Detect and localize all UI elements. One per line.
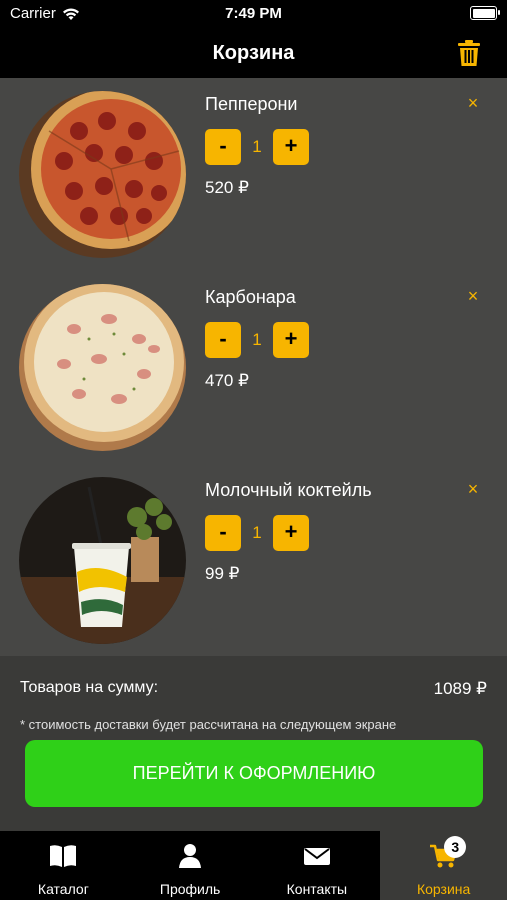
quantity-stepper: - 1 +	[205, 515, 309, 551]
envelope-icon	[303, 848, 330, 865]
tab-bar: Каталог Профиль Контакты 3 Корзина	[0, 831, 507, 900]
quantity-value: 1	[252, 523, 262, 542]
cart-item: Молочный коктейль × - 1 + 99 ₽	[0, 464, 507, 656]
tab-label: Профиль	[159, 881, 221, 897]
person-icon	[179, 844, 202, 868]
tab-contacts[interactable]: Контакты	[254, 831, 381, 900]
tab-profile[interactable]: Профиль	[127, 831, 254, 900]
total-value: 1089 ₽	[433, 679, 487, 698]
increase-button[interactable]: +	[273, 515, 309, 551]
trash-icon[interactable]	[457, 39, 481, 67]
delivery-note: * стоимость доставки будет рассчитана на…	[20, 717, 397, 732]
quantity-value: 1	[252, 137, 262, 156]
quantity-stepper: - 1 +	[205, 322, 309, 358]
remove-item-button[interactable]: ×	[462, 92, 484, 114]
quantity-value: 1	[252, 330, 262, 349]
book-icon	[50, 845, 77, 867]
cart-badge: 3	[444, 836, 467, 858]
quantity-stepper: - 1 +	[205, 129, 309, 165]
total-label: Товаров на сумму:	[20, 679, 159, 696]
carbonara-image	[19, 284, 186, 451]
status-time: 7:49 PM	[225, 5, 282, 22]
tab-cart[interactable]: 3 Корзина	[380, 831, 507, 900]
item-price: 99 ₽	[205, 564, 240, 583]
remove-item-button[interactable]: ×	[462, 285, 484, 307]
tab-catalog[interactable]: Каталог	[0, 831, 127, 900]
nav-bar: Корзина	[0, 28, 507, 78]
milkshake-image	[19, 477, 186, 644]
item-price: 520 ₽	[205, 178, 249, 197]
pepperoni-image	[19, 91, 186, 258]
tab-label: Контакты	[286, 881, 348, 897]
status-bar: Carrier 7:49 PM	[0, 0, 507, 28]
decrease-button[interactable]: -	[205, 515, 241, 551]
decrease-button[interactable]: -	[205, 129, 241, 165]
tab-label: Корзина	[416, 881, 471, 897]
order-summary: Товаров на сумму: 1089 ₽ * стоимость дос…	[0, 656, 507, 831]
increase-button[interactable]: +	[273, 129, 309, 165]
item-name: Карбонара	[205, 287, 296, 307]
cart-item: Пепперони × - 1 + 520 ₽	[0, 78, 507, 270]
tab-label: Каталог	[37, 881, 89, 897]
remove-item-button[interactable]: ×	[462, 478, 484, 500]
decrease-button[interactable]: -	[205, 322, 241, 358]
item-name: Пепперони	[205, 94, 298, 114]
page-title: Корзина	[212, 42, 295, 64]
cart-list: Пепперони × - 1 + 520 ₽ Карбонара × - 1 …	[0, 78, 507, 656]
increase-button[interactable]: +	[273, 322, 309, 358]
cart-item: Карбонара × - 1 + 470 ₽	[0, 271, 507, 463]
battery-icon	[470, 6, 500, 20]
checkout-button[interactable]: ПЕРЕЙТИ К ОФОРМЛЕНИЮ	[25, 740, 483, 807]
item-price: 470 ₽	[205, 371, 249, 390]
item-name: Молочный коктейль	[205, 480, 372, 500]
